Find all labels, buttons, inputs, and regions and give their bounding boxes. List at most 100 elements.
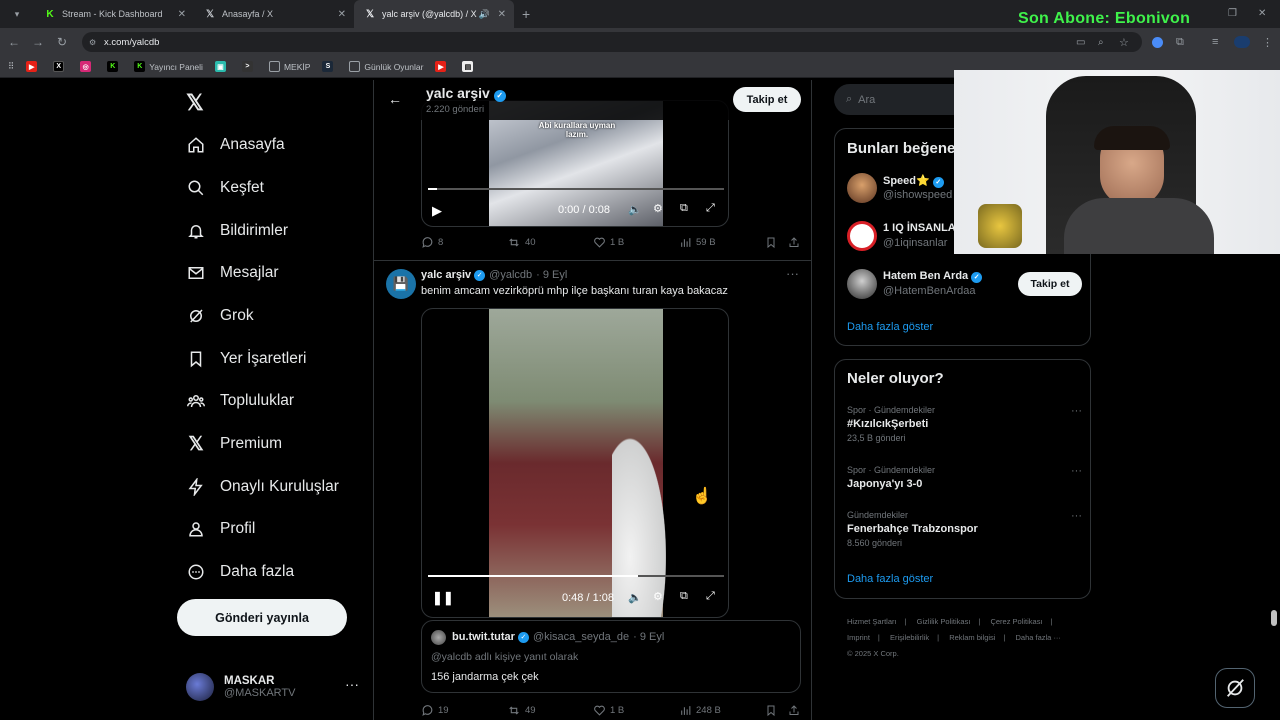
more-icon[interactable]: ··· <box>786 266 799 281</box>
scrollbar[interactable] <box>1271 610 1277 626</box>
more-icon[interactable]: ··· <box>1071 465 1082 477</box>
settings-icon[interactable]: ⚙ <box>653 202 663 215</box>
settings-icon[interactable]: ⚙ <box>653 590 663 603</box>
more-icon[interactable]: ··· <box>345 676 359 692</box>
tab-x-home[interactable]: 𝕏 Anasayfa / X ✕ <box>194 0 354 28</box>
bookmark-folder-mekip[interactable]: MEKİP <box>268 61 310 72</box>
nav-item-home[interactable]: Anasayfa <box>186 130 285 160</box>
more-icon[interactable]: ··· <box>1071 510 1082 522</box>
close-icon[interactable]: ✕ <box>498 9 506 20</box>
window-close-icon[interactable]: ✕ <box>1258 8 1266 19</box>
footer-link[interactable]: Imprint <box>847 633 870 642</box>
share-button[interactable] <box>788 236 804 249</box>
fullscreen-icon[interactable]: ⤢ <box>706 202 715 215</box>
post-button[interactable]: Gönderi yayınla <box>177 599 347 636</box>
new-tab-button[interactable]: + <box>522 6 530 22</box>
nav-item-explore[interactable]: Keşfet <box>186 173 264 203</box>
reply-button[interactable]: 8 <box>421 236 443 249</box>
menu-icon[interactable]: ⋮ <box>1262 36 1273 49</box>
nav-item-messages[interactable]: Mesajlar <box>186 258 279 288</box>
play-icon[interactable]: ▶ <box>432 203 442 219</box>
speaker-icon[interactable]: 🔊 <box>479 9 490 20</box>
bookmark-x[interactable]: X <box>53 61 68 72</box>
forward-icon[interactable]: → <box>26 35 50 49</box>
volume-icon[interactable]: 🔈 <box>628 591 642 604</box>
like-button[interactable]: 1 B <box>593 704 624 717</box>
puzzle-icon[interactable]: ⧉ <box>1176 36 1184 49</box>
follow-button[interactable]: Takip et <box>733 87 801 112</box>
video-progress[interactable] <box>428 575 724 577</box>
grok-button[interactable] <box>1215 668 1255 708</box>
bookmark-terminal[interactable]: > <box>241 61 257 72</box>
account-switcher[interactable]: MASKAR @MASKARTV ··· <box>186 670 371 704</box>
reload-icon[interactable]: ↻ <box>50 35 74 49</box>
close-icon[interactable]: ✕ <box>178 9 186 20</box>
x-logo-icon[interactable]: 𝕏 <box>186 90 204 116</box>
nav-item-more[interactable]: Daha fazla <box>186 557 294 587</box>
apps-icon[interactable]: ⠿ <box>8 61 14 72</box>
tab-search-button[interactable]: ▾ <box>6 3 28 25</box>
nav-item-grok[interactable]: Grok <box>186 301 254 331</box>
media-icon[interactable]: ≡ <box>1212 36 1218 48</box>
footer-link[interactable]: Erişilebilirlik <box>890 633 929 642</box>
nav-item-bookmarks[interactable]: Yer İşaretleri <box>186 344 306 374</box>
quoted-reply[interactable]: bu.twit.tutar ✓ @kisaca_seyda_de · 9 Eyl… <box>421 620 801 693</box>
views-button[interactable]: 248 B <box>679 704 721 717</box>
extension-icon[interactable] <box>1152 36 1163 48</box>
bookmark-youtube-2[interactable]: ▶ <box>435 61 450 72</box>
nav-item-communities[interactable]: Topluluklar <box>186 386 294 416</box>
bookmark-youtube[interactable]: ▶ <box>26 61 41 72</box>
pause-icon[interactable]: ❚❚ <box>432 590 454 606</box>
bookmark-button[interactable] <box>765 236 781 249</box>
zoom-icon[interactable]: ⌕ <box>1098 37 1104 48</box>
bookmark-steam[interactable]: S <box>322 61 337 72</box>
footer-link[interactable]: Çerez Politikası <box>990 617 1042 626</box>
avatar[interactable]: 💾 <box>386 269 416 299</box>
repost-button[interactable]: 49 <box>507 704 536 717</box>
more-icon[interactable]: ··· <box>1071 405 1082 417</box>
profile-icon[interactable] <box>1234 36 1250 48</box>
nav-item-profile[interactable]: Profil <box>186 514 255 544</box>
bookmark-kick[interactable]: K <box>107 61 122 72</box>
bookmark-folder-gunluk[interactable]: Günlük Oyunlar <box>349 61 423 72</box>
footer-link[interactable]: Hizmet Şartları <box>847 617 897 626</box>
show-more-link[interactable]: Daha fazla göster <box>847 573 933 585</box>
bookmark-star-icon[interactable]: ☆ <box>1119 36 1129 49</box>
reply-button[interactable]: 19 <box>421 704 449 717</box>
bookmark-image[interactable]: ▤ <box>462 61 477 72</box>
nav-item-verified-orgs[interactable]: Onaylı Kuruluşlar <box>186 472 339 502</box>
views-button[interactable]: 59 B <box>679 236 716 249</box>
pip-icon[interactable]: ⧉ <box>680 590 688 603</box>
bookmark-app[interactable]: ▣ <box>214 61 230 72</box>
close-icon[interactable]: ✕ <box>338 9 346 20</box>
footer-link[interactable]: Gizlilik Politikası <box>917 617 971 626</box>
trend-item[interactable]: Gündemdekiler Fenerbahçe Trabzonspor 8.5… <box>847 510 1082 548</box>
fullscreen-icon[interactable]: ⤢ <box>706 590 715 603</box>
site-info-icon[interactable]: ⚙ <box>89 38 96 47</box>
volume-icon[interactable]: 🔈 <box>628 203 642 216</box>
like-button[interactable]: 1 B <box>593 236 624 249</box>
back-icon[interactable]: ← <box>2 35 26 49</box>
pip-icon[interactable]: ⧉ <box>680 202 688 215</box>
footer-link[interactable]: Daha fazla ··· <box>1016 633 1061 642</box>
share-button[interactable] <box>788 704 804 717</box>
repost-button[interactable]: 40 <box>507 236 536 249</box>
tweet-author[interactable]: yalc arşiv ✓ @yalcdb · 9 Eyl <box>421 269 567 281</box>
restore-icon[interactable]: ❐ <box>1228 8 1237 19</box>
nav-item-notifications[interactable]: Bildirimler <box>186 216 288 246</box>
video-player[interactable]: ❚❚ 0:48 / 1:08 🔈 ⚙ ⧉ ⤢ <box>421 308 729 618</box>
back-arrow-icon[interactable]: ← <box>388 91 402 107</box>
cast-icon[interactable]: ▭ <box>1076 37 1085 48</box>
trend-item[interactable]: Spor · Gündemdekiler #KızılcıkŞerbeti 23… <box>847 405 1082 443</box>
show-more-link[interactable]: Daha fazla göster <box>847 321 933 333</box>
tab-x-profile[interactable]: 𝕏 yalc arşiv (@yalcdb) / X 🔊 ✕ <box>354 0 514 28</box>
footer-link[interactable]: Reklam bilgisi <box>949 633 995 642</box>
tab-kick[interactable]: K Stream - Kick Dashboard ✕ <box>34 0 194 28</box>
bookmark-button[interactable] <box>765 704 781 717</box>
trend-item[interactable]: Spor · Gündemdekiler Japonya'yı 3-0 ··· <box>847 465 1082 490</box>
follow-button[interactable]: Takip et <box>1018 272 1082 296</box>
bookmark-instagram[interactable]: ◎ <box>80 61 95 72</box>
video-progress[interactable] <box>428 188 724 190</box>
nav-item-premium[interactable]: 𝕏 Premium <box>186 429 282 459</box>
suggestion-row[interactable]: Hatem Ben Arda ✓ @HatemBenArdaa Takip et <box>847 269 1082 301</box>
